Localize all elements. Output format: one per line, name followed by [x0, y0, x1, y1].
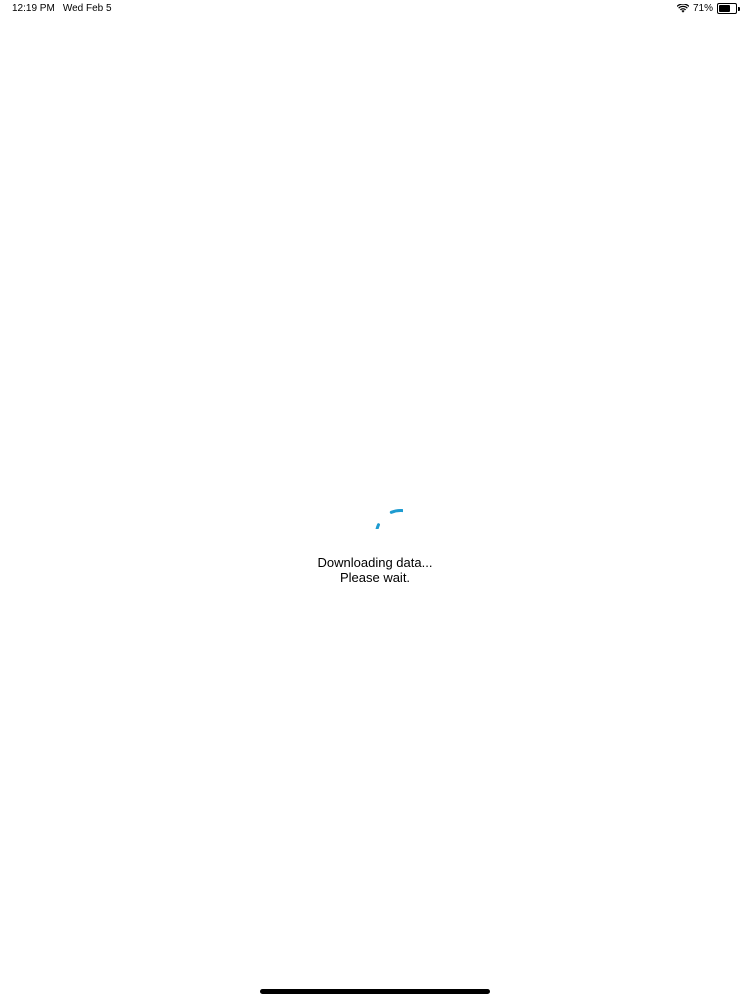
loading-line-2: Please wait. [339, 570, 411, 585]
status-bar: 12:19 PM Wed Feb 5 71% [0, 0, 750, 20]
status-date: Wed Feb 5 [62, 3, 112, 14]
home-indicator[interactable] [260, 989, 490, 994]
screen: 12:19 PM Wed Feb 5 71% Downloading data.… [0, 0, 750, 1000]
loading-indicator: Downloading data... Please wait. [0, 473, 750, 585]
battery-fill [719, 5, 731, 12]
spinner-icon [375, 509, 403, 529]
battery-body [717, 3, 737, 14]
battery-icon [717, 3, 740, 14]
wifi-icon [676, 4, 689, 13]
battery-cap [738, 6, 740, 11]
status-time: 12:19 PM [12, 3, 55, 14]
loading-line-1: Downloading data... [317, 555, 433, 570]
status-left: 12:19 PM Wed Feb 5 [12, 4, 112, 14]
loading-message: Downloading data... Please wait. [0, 555, 750, 585]
status-right: 71% [676, 2, 740, 14]
battery-percent: 71% [692, 2, 713, 14]
